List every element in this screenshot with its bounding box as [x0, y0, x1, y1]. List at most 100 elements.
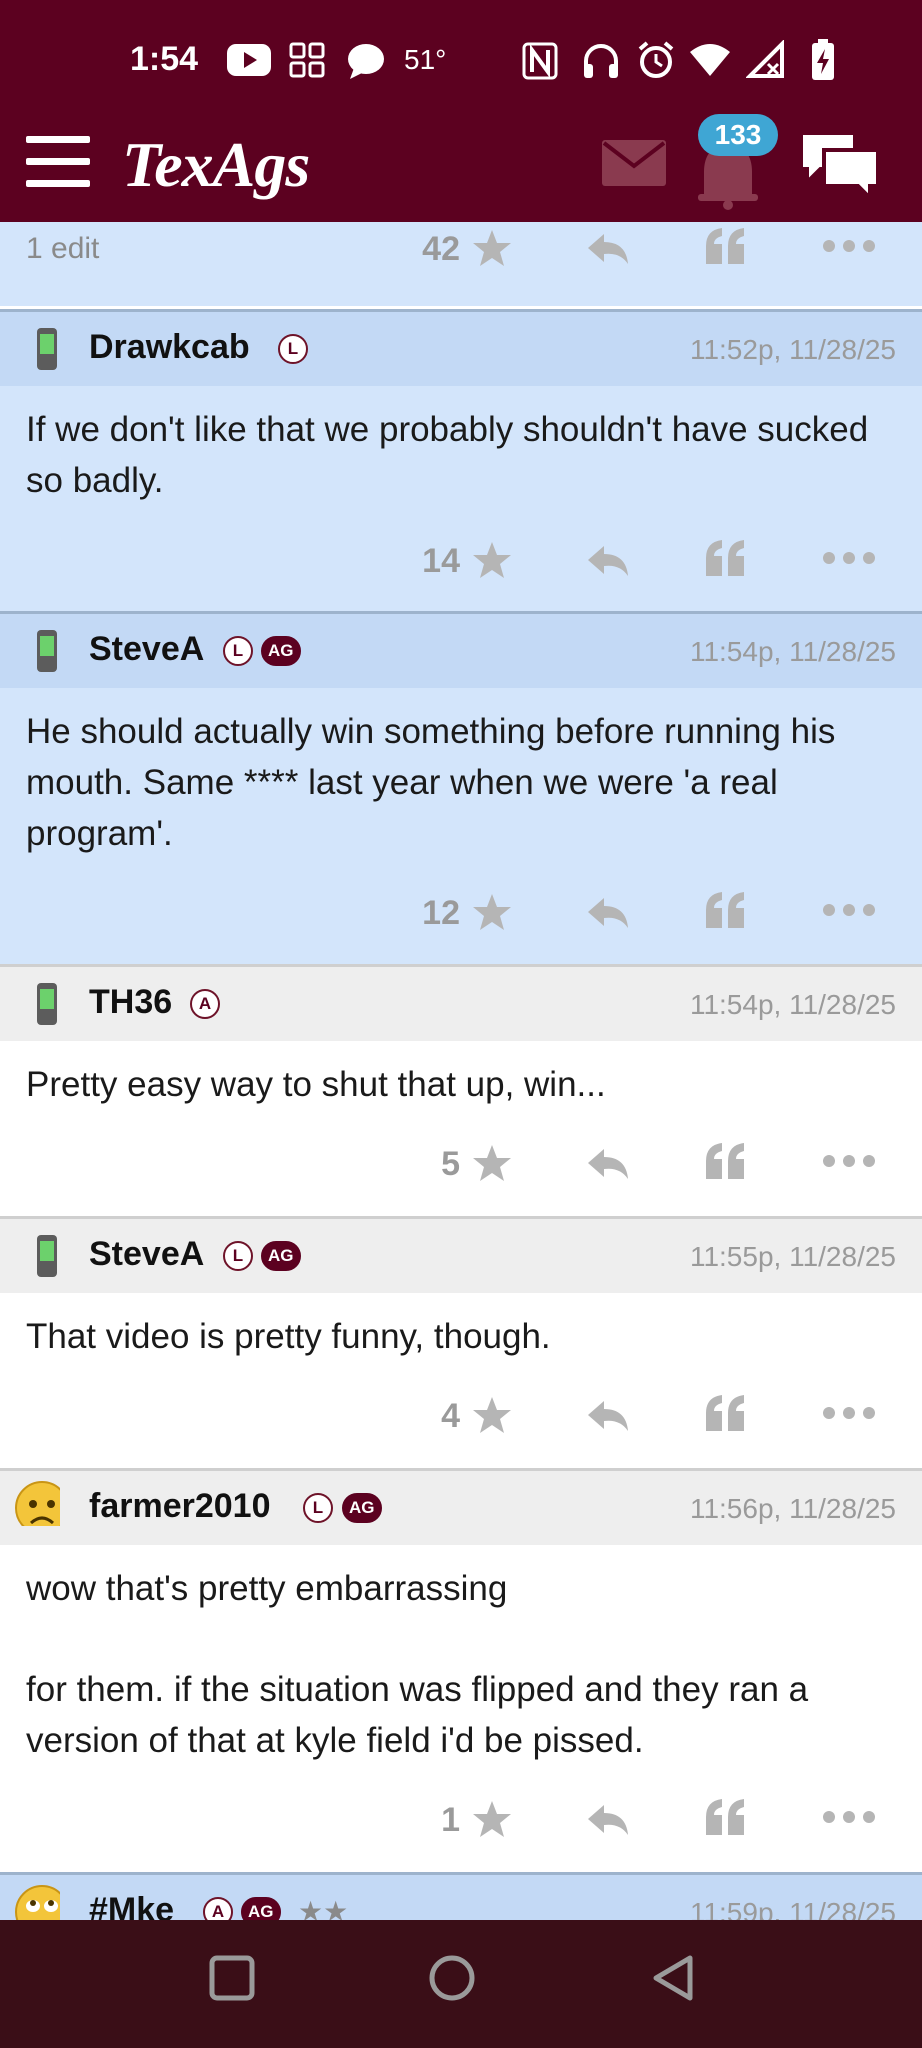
mobile-phone-icon: [37, 1235, 57, 1277]
post-header: Drawkcab L 11:52p, 11/28/25: [0, 312, 922, 386]
rank-badge-l: L: [303, 1493, 333, 1523]
post-body: If we don't like that we probably should…: [0, 386, 922, 506]
nfc-icon: [522, 42, 558, 80]
post-header: SteveA L AG 11:54p, 11/28/25: [0, 614, 922, 688]
headphones-icon: [584, 44, 618, 78]
post-actions: 4: [0, 1389, 922, 1449]
reply-icon[interactable]: [586, 896, 630, 930]
rank-badge-ag: AG: [241, 1897, 281, 1920]
grid-icon: [289, 42, 325, 78]
more-options-icon[interactable]: [822, 238, 876, 254]
star-icon[interactable]: [472, 228, 512, 268]
post: farmer2010 L AG 11:56p, 11/28/25 wow tha…: [0, 1468, 922, 1872]
reply-icon[interactable]: [586, 232, 630, 266]
reply-icon[interactable]: [586, 1399, 630, 1433]
post-body: That video is pretty funny, though.: [0, 1293, 922, 1362]
star-score: 12: [422, 894, 460, 932]
quote-icon[interactable]: [704, 1393, 746, 1433]
system-navigation-bar: [0, 1920, 922, 2048]
more-options-icon[interactable]: [822, 550, 876, 566]
notification-count-badge[interactable]: 133: [698, 114, 778, 156]
post: SteveA L AG 11:55p, 11/28/25 That video …: [0, 1216, 922, 1468]
username[interactable]: TH36: [89, 983, 172, 1022]
alarm-icon: [638, 41, 674, 78]
post-body: He should actually win something before …: [0, 688, 922, 859]
post-body: Pretty easy way to shut that up, win...: [0, 1041, 922, 1110]
post-timestamp: 11:54p, 11/28/25: [689, 989, 896, 1020]
mobile-phone-icon: [37, 630, 57, 672]
post-actions: 14: [0, 534, 922, 594]
username[interactable]: SteveA: [89, 1235, 204, 1274]
reply-icon[interactable]: [586, 1803, 630, 1837]
more-options-icon[interactable]: [822, 1405, 876, 1421]
post-timestamp: 11:54p, 11/28/25: [689, 636, 896, 667]
rolling-eyes-avatar-icon: [15, 1885, 60, 1920]
post-body: wow that's pretty embarrassing for them.…: [0, 1545, 922, 1766]
post-timestamp: 11:56p, 11/28/25: [689, 1493, 896, 1524]
edit-note: 1 edit: [26, 232, 100, 265]
username[interactable]: #Mke: [89, 1891, 174, 1920]
post-timestamp: 11:59p, 11/28/25: [689, 1897, 896, 1920]
reply-icon[interactable]: [586, 544, 630, 578]
status-time: 1:54: [130, 40, 199, 78]
post-actions: 12: [0, 886, 922, 946]
star-icon[interactable]: [472, 892, 512, 932]
post-header: #Mke A AG ★★ 11:59p, 11/28/25: [0, 1875, 922, 1920]
rank-badge-ag: AG: [342, 1493, 382, 1523]
more-options-icon[interactable]: [822, 1809, 876, 1825]
status-bar: 1:54 51°: [0, 0, 922, 120]
recents-square-icon[interactable]: [208, 1954, 256, 2002]
post-actions: 5: [0, 1137, 922, 1197]
menu-icon[interactable]: [26, 136, 90, 188]
username[interactable]: farmer2010: [89, 1487, 270, 1526]
post-header: SteveA L AG 11:55p, 11/28/25: [0, 1219, 922, 1293]
rank-badge-l: L: [223, 636, 253, 666]
quote-icon[interactable]: [704, 890, 746, 930]
rank-badge-ag: AG: [261, 1241, 301, 1271]
star-icon[interactable]: [472, 1395, 512, 1435]
post-text: for them. if the situation was flipped a…: [26, 1670, 809, 1760]
rank-badge-l: L: [278, 334, 308, 364]
texags-logo[interactable]: TexAgs: [122, 128, 310, 202]
post-text: Pretty easy way to shut that up, win...: [26, 1065, 606, 1104]
more-options-icon[interactable]: [822, 902, 876, 918]
quote-icon[interactable]: [704, 538, 746, 578]
star-icon[interactable]: [472, 540, 512, 580]
post: TH36 A 11:54p, 11/28/25 Pretty easy way …: [0, 964, 922, 1216]
post-text: He should actually win something before …: [26, 712, 836, 853]
reply-icon[interactable]: [586, 1147, 630, 1181]
youtube-icon: [227, 44, 271, 76]
more-options-icon[interactable]: [822, 1153, 876, 1169]
post: SteveA L AG 11:54p, 11/28/25 He should a…: [0, 611, 922, 965]
rank-badge-a: A: [203, 1897, 233, 1920]
quote-icon[interactable]: [704, 1797, 746, 1837]
thread-feed[interactable]: 1 edit 42 Drawkcab L 11:52p, 11/28/25 If…: [0, 222, 922, 1920]
username[interactable]: Drawkcab: [89, 328, 250, 367]
mail-icon[interactable]: [602, 140, 666, 186]
status-temperature: 51°: [404, 44, 447, 75]
message-bubble-icon: [348, 44, 384, 79]
star-icon[interactable]: [472, 1143, 512, 1183]
back-triangle-icon[interactable]: [650, 1954, 696, 2002]
app-top-bar: 1:54 51° TexAgs 133: [0, 0, 922, 222]
frowning-face-avatar-icon: [15, 1481, 60, 1526]
quote-icon[interactable]: [704, 1141, 746, 1181]
quote-icon[interactable]: [704, 226, 746, 266]
wifi-icon: [690, 44, 730, 76]
star-score: 42: [422, 230, 460, 268]
username[interactable]: SteveA: [89, 630, 204, 669]
battery-charging-icon: [812, 39, 834, 80]
chat-icon[interactable]: [798, 128, 882, 200]
post-header: TH36 A 11:54p, 11/28/25: [0, 967, 922, 1041]
post: #Mke A AG ★★ 11:59p, 11/28/25: [0, 1872, 922, 1920]
mobile-phone-icon: [37, 983, 57, 1025]
post-text: If we don't like that we probably should…: [26, 410, 869, 500]
rank-badge-a: A: [190, 989, 220, 1019]
star-score: 1: [441, 1801, 460, 1839]
post-text: wow that's pretty embarrassing: [26, 1569, 508, 1608]
cell-signal-off-icon: [746, 40, 784, 78]
home-circle-icon[interactable]: [428, 1954, 476, 2002]
star-icon[interactable]: [472, 1799, 512, 1839]
post-text: That video is pretty funny, though.: [26, 1317, 551, 1356]
post-header: farmer2010 L AG 11:56p, 11/28/25: [0, 1471, 922, 1545]
